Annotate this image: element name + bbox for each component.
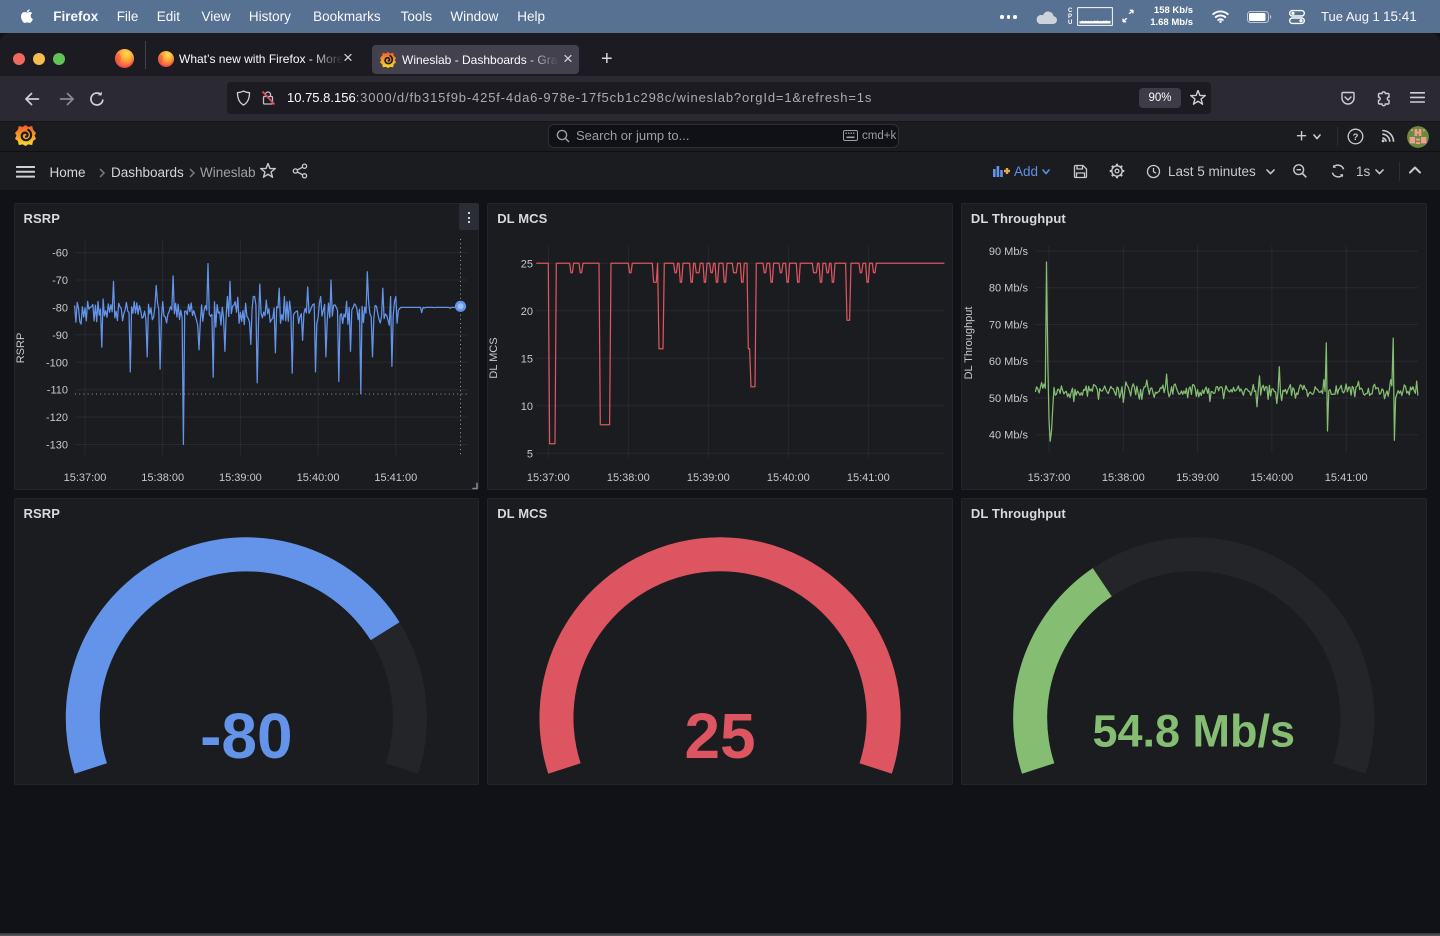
svg-text:?: ? (1353, 132, 1359, 143)
